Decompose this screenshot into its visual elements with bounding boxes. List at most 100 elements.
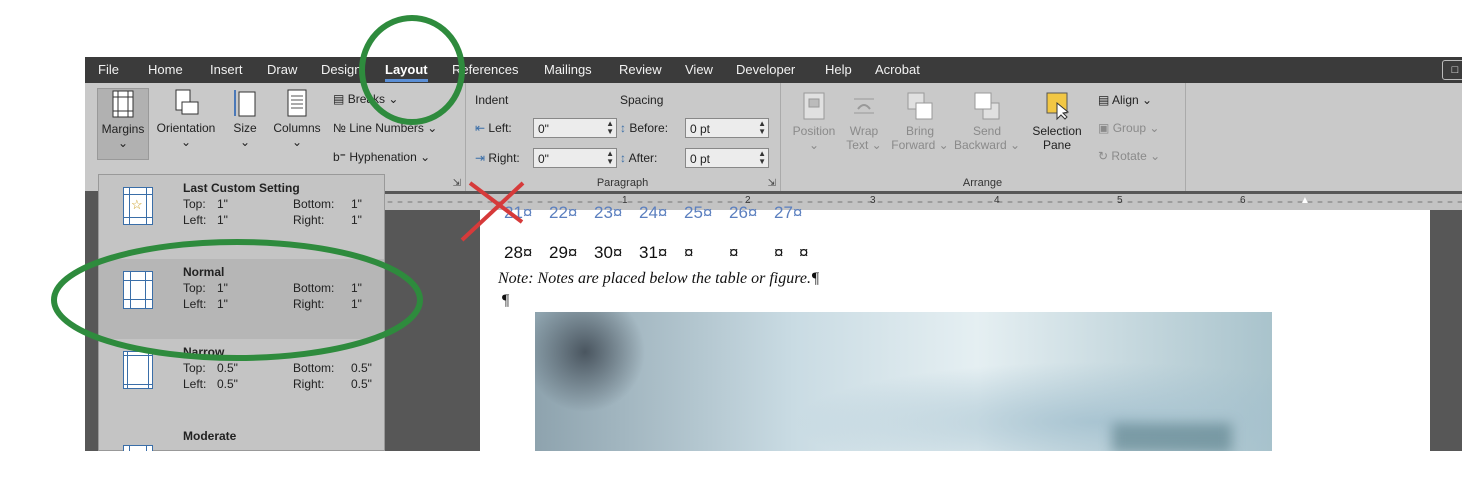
calendar-cell: 24¤: [639, 203, 668, 222]
tab-home[interactable]: Home: [148, 62, 183, 77]
breaks-label: Breaks: [347, 92, 386, 106]
top-value: 1": [217, 281, 228, 295]
document-page[interactable]: 21¤ 22¤ 23¤ 24¤ 25¤ 26¤ 27¤ 28¤ 29¤ 30¤ 31¤ ¤ ¤ ¤ ¤ N…: [480, 203, 1430, 451]
tab-file[interactable]: File: [98, 62, 119, 77]
right-label: Right:: [293, 377, 325, 391]
tab-layout[interactable]: Layout: [385, 62, 428, 82]
tab-references[interactable]: References: [452, 62, 518, 77]
paragraph-group-label: Paragraph: [596, 177, 649, 189]
chevron-down-icon: ⌄: [938, 138, 949, 152]
spacing-after-text: After:: [628, 151, 658, 165]
indent-right-icon: ⇥: [475, 151, 486, 165]
align-icon: ▤: [1098, 93, 1110, 107]
chevron-down-icon: ⌄: [871, 138, 882, 152]
calendar-cell: 30¤: [594, 243, 623, 262]
tab-developer[interactable]: Developer: [736, 62, 795, 77]
calendar-cell: ¤: [729, 243, 739, 262]
arrange-group: Position ⌄ Wrap Text ⌄ Bring Forward ⌄ Send…: [780, 83, 1186, 191]
breaks-button[interactable]: ▤ Breaks ⌄: [333, 92, 398, 106]
calendar-cell: 29¤: [549, 243, 578, 262]
document-image[interactable]: [535, 312, 1272, 451]
spacing-after-input[interactable]: 0 pt ▲ ▼: [685, 148, 769, 168]
line-numbers-button[interactable]: № Line Numbers ⌄: [333, 121, 437, 135]
columns-button[interactable]: Columns ⌄: [269, 88, 325, 149]
tab-mailings[interactable]: Mailings: [544, 62, 592, 77]
bottom-label: Bottom:: [293, 361, 335, 375]
orientation-button[interactable]: Orientation ⌄: [152, 88, 220, 149]
position-icon: [803, 92, 825, 120]
chevron-down-icon: ⌄: [180, 135, 192, 149]
bottom-value: 0.5": [351, 361, 372, 375]
spinner-arrows-icon[interactable]: ▲ ▼: [758, 120, 766, 136]
rotate-icon: ↻: [1098, 149, 1109, 163]
send-backward-label-1: Send: [972, 124, 1002, 138]
margin-option-narrow[interactable]: Narrow Top: 0.5" Bottom: 0.5" Left: 0.5" Righ…: [99, 339, 384, 419]
tab-review[interactable]: Review: [619, 62, 662, 77]
breaks-icon: ▤: [333, 92, 345, 106]
chevron-down-icon: ⌄: [117, 136, 129, 150]
margin-option-last-custom[interactable]: ☆ Last Custom Setting Top: 1" Bottom: 1" Le…: [99, 175, 384, 255]
wrap-text-label-1: Wrap: [849, 124, 879, 138]
bring-forward-button[interactable]: Bring Forward ⌄: [888, 91, 952, 152]
indent-left-value: 0": [538, 122, 549, 136]
spinner-arrows-icon[interactable]: ▲ ▼: [606, 150, 614, 166]
margins-icon: [112, 90, 134, 118]
option-title: Last Custom Setting: [183, 181, 300, 195]
indent-left-input[interactable]: 0" ▲ ▼: [533, 118, 617, 138]
tab-insert[interactable]: Insert: [210, 62, 243, 77]
spinner-arrows-icon[interactable]: ▲ ▼: [606, 120, 614, 136]
comments-icon[interactable]: □: [1442, 60, 1462, 80]
page-setup-launcher-icon[interactable]: ⇲: [453, 178, 461, 189]
orientation-label: Orientation: [156, 121, 216, 135]
right-value: 1": [351, 213, 362, 227]
calendar-row-partial: 21¤ 22¤ 23¤ 24¤ 25¤ 26¤ 27¤: [504, 203, 819, 223]
calendar-cell: 31¤: [639, 243, 668, 262]
chevron-down-icon: ⌄: [1142, 93, 1153, 107]
tab-design[interactable]: Design: [321, 62, 361, 77]
spacing-after-icon: ↕: [620, 151, 626, 165]
wrap-text-button[interactable]: Wrap Text ⌄: [842, 91, 886, 152]
left-value: 0.5": [217, 377, 238, 391]
rotate-button[interactable]: ↻ Rotate ⌄: [1098, 149, 1160, 163]
tab-acrobat[interactable]: Acrobat: [875, 62, 920, 77]
chevron-down-icon: ⌄: [1149, 121, 1160, 135]
ruler-number: 3: [870, 195, 876, 206]
option-title: Narrow: [183, 345, 225, 359]
tab-help[interactable]: Help: [825, 62, 852, 77]
option-values-row: Left: 1" Right: 1": [183, 213, 362, 227]
option-values-row: Left: 0.5" Right: 0.5": [183, 377, 372, 391]
line-numbers-icon: №: [333, 121, 346, 135]
spinner-arrows-icon[interactable]: ▲ ▼: [758, 150, 766, 166]
indent-right-input[interactable]: 0" ▲ ▼: [533, 148, 617, 168]
position-button[interactable]: Position ⌄: [786, 91, 842, 152]
right-indent-marker-icon[interactable]: ▲: [1300, 195, 1310, 206]
columns-label: Columns: [273, 121, 321, 135]
group-button[interactable]: ▣ Group ⌄: [1098, 121, 1159, 135]
send-backward-icon: [974, 92, 1000, 120]
margins-button[interactable]: Margins ⌄: [97, 88, 149, 160]
margin-option-normal[interactable]: Normal Top: 1" Bottom: 1" Left: 1" Right: 1": [99, 259, 384, 339]
wrap-text-icon: [854, 98, 874, 114]
size-icon: [234, 90, 256, 117]
align-button[interactable]: ▤ Align ⌄: [1098, 93, 1152, 107]
send-backward-label-2: Backward: [953, 138, 1007, 152]
selection-pane-button[interactable]: Selection Pane: [1026, 91, 1088, 152]
moderate-margin-icon: [123, 445, 153, 451]
indent-right-text: Right:: [488, 151, 520, 165]
tab-draw[interactable]: Draw: [267, 62, 297, 77]
spacing-after-value: 0 pt: [690, 152, 711, 166]
chevron-down-icon: ⌄: [291, 135, 303, 149]
margin-option-moderate[interactable]: Moderate: [99, 423, 384, 451]
star-icon: ☆: [131, 197, 143, 212]
calendar-cell: 21¤: [504, 203, 533, 222]
calendar-cell: 23¤: [594, 203, 623, 222]
top-value: 0.5": [217, 361, 238, 375]
paragraph-launcher-icon[interactable]: ⇲: [768, 178, 776, 189]
send-backward-button[interactable]: Send Backward ⌄: [952, 91, 1022, 152]
tab-view[interactable]: View: [685, 62, 713, 77]
hyphenation-button[interactable]: b⁼ Hyphenation ⌄: [333, 150, 430, 164]
size-button[interactable]: Size ⌄: [225, 88, 265, 149]
right-label: Right:: [293, 213, 325, 227]
spacing-before-input[interactable]: 0 pt ▲ ▼: [685, 118, 769, 138]
bottom-label: Bottom:: [293, 197, 335, 211]
